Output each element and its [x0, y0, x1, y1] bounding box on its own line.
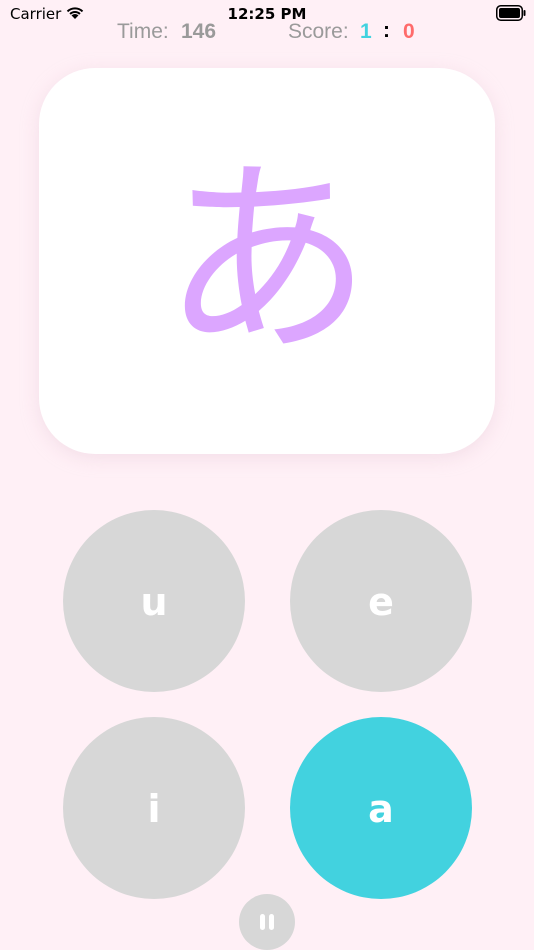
score-opponent: 0: [403, 20, 415, 43]
answer-button-i[interactable]: i: [63, 717, 245, 899]
pause-icon: [260, 914, 274, 930]
status-clock: 12:25 PM: [227, 5, 307, 23]
answer-button-u[interactable]: u: [63, 510, 245, 692]
kana-character: あ: [161, 138, 372, 383]
pause-button[interactable]: [239, 894, 295, 950]
time-label: Time:: [117, 20, 169, 43]
status-bar: Carrier 12:25 PM: [0, 0, 534, 26]
answer-button-a[interactable]: a: [290, 717, 472, 899]
score-separator: :: [383, 19, 390, 42]
kana-card: あ: [39, 68, 495, 454]
time-value: 146: [181, 20, 217, 43]
score-player: 1: [360, 20, 372, 43]
score-label: Score:: [288, 20, 349, 43]
answer-button-e[interactable]: e: [290, 510, 472, 692]
battery-icon: [496, 5, 526, 21]
